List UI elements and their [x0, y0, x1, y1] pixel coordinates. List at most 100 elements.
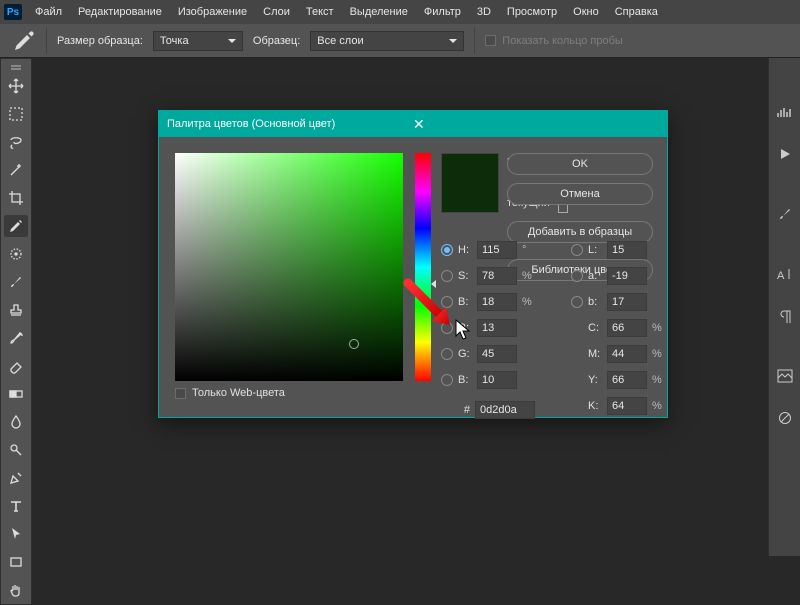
- unit-pct: %: [522, 296, 534, 308]
- radio-bch[interactable]: [441, 374, 453, 386]
- radio-g[interactable]: [441, 348, 453, 360]
- show-ring-option[interactable]: Показать кольцо пробы: [485, 35, 623, 47]
- stamp-tool[interactable]: [4, 299, 28, 321]
- radio-lab-b[interactable]: [571, 296, 583, 308]
- brush-tool[interactable]: [4, 271, 28, 293]
- label-bch: B:: [458, 374, 472, 386]
- menu-filter[interactable]: Фильтр: [417, 3, 468, 21]
- unit-pct: %: [652, 322, 664, 334]
- crop-tool[interactable]: [4, 187, 28, 209]
- right-panels: A: [768, 58, 800, 556]
- paragraph-panel-icon[interactable]: [774, 308, 796, 324]
- pen-tool[interactable]: [4, 467, 28, 489]
- histogram-panel-icon[interactable]: [774, 104, 796, 120]
- checkbox-icon[interactable]: [485, 35, 496, 46]
- label-hex: #: [458, 404, 470, 416]
- input-m[interactable]: [607, 345, 647, 363]
- gradient-tool[interactable]: [4, 383, 28, 405]
- color-field[interactable]: [175, 153, 403, 381]
- label-m: M:: [588, 348, 602, 360]
- input-r[interactable]: [477, 319, 517, 337]
- magic-wand-tool[interactable]: [4, 159, 28, 181]
- hand-tool[interactable]: [4, 579, 28, 601]
- character-panel-icon[interactable]: A: [774, 266, 796, 282]
- radio-s[interactable]: [441, 270, 453, 282]
- grip-icon[interactable]: [11, 65, 21, 67]
- brush-panel-icon[interactable]: [774, 206, 796, 222]
- input-s[interactable]: [477, 267, 517, 285]
- radio-l[interactable]: [571, 244, 583, 256]
- dodge-tool[interactable]: [4, 439, 28, 461]
- label-g: G:: [458, 348, 472, 360]
- input-c[interactable]: [607, 319, 647, 337]
- lasso-tool[interactable]: [4, 131, 28, 153]
- radio-b[interactable]: [441, 296, 453, 308]
- move-tool[interactable]: [4, 75, 28, 97]
- spot-heal-tool[interactable]: [4, 243, 28, 265]
- input-lab-b[interactable]: [607, 293, 647, 311]
- menu-3d[interactable]: 3D: [470, 3, 498, 21]
- unit-deg: °: [522, 244, 534, 256]
- dialog-title: Палитра цветов (Основной цвет): [167, 118, 409, 130]
- menu-view[interactable]: Просмотр: [500, 3, 564, 21]
- checkbox-icon[interactable]: [175, 388, 186, 399]
- label-k: K:: [588, 400, 602, 412]
- block-panel-icon[interactable]: [774, 410, 796, 426]
- input-bch[interactable]: [477, 371, 517, 389]
- menu-file[interactable]: Файл: [28, 3, 69, 21]
- hue-slider[interactable]: [415, 153, 431, 381]
- close-icon[interactable]: ✕: [409, 116, 659, 133]
- input-l[interactable]: [607, 241, 647, 259]
- history-brush-tool[interactable]: [4, 327, 28, 349]
- unit-pct: %: [652, 348, 664, 360]
- eraser-tool[interactable]: [4, 355, 28, 377]
- sample-label: Образец:: [253, 35, 300, 47]
- menu-text[interactable]: Текст: [299, 3, 341, 21]
- unit-pct: %: [652, 400, 664, 412]
- navigator-panel-icon[interactable]: [774, 368, 796, 384]
- menu-image[interactable]: Изображение: [171, 3, 254, 21]
- eyedropper-tool[interactable]: [4, 215, 28, 237]
- dialog-titlebar[interactable]: Палитра цветов (Основной цвет) ✕: [159, 111, 667, 137]
- web-only-checkbox[interactable]: Только Web-цвета: [175, 387, 403, 399]
- ok-button[interactable]: OK: [507, 153, 653, 175]
- label-s: S:: [458, 270, 472, 282]
- sample-select[interactable]: Все слои: [310, 31, 464, 51]
- unit-pct: %: [652, 374, 664, 386]
- input-g[interactable]: [477, 345, 517, 363]
- separator: [474, 28, 475, 54]
- radio-a[interactable]: [571, 270, 583, 282]
- type-tool[interactable]: [4, 495, 28, 517]
- menu-window[interactable]: Окно: [566, 3, 606, 21]
- menu-help[interactable]: Справка: [608, 3, 665, 21]
- radio-r[interactable]: [441, 322, 453, 334]
- input-hex[interactable]: [475, 401, 535, 419]
- menu-edit[interactable]: Редактирование: [71, 3, 169, 21]
- separator: [46, 28, 47, 54]
- svg-text:A: A: [777, 270, 785, 281]
- current-color-swatch[interactable]: [442, 184, 498, 213]
- input-a[interactable]: [607, 267, 647, 285]
- play-panel-icon[interactable]: [774, 146, 796, 162]
- blur-tool[interactable]: [4, 411, 28, 433]
- path-select-tool[interactable]: [4, 523, 28, 545]
- menu-layers[interactable]: Слои: [256, 3, 297, 21]
- label-l: L:: [588, 244, 602, 256]
- menu-select[interactable]: Выделение: [343, 3, 415, 21]
- label-y: Y:: [588, 374, 602, 386]
- marquee-tool[interactable]: [4, 103, 28, 125]
- color-selector-icon[interactable]: [349, 339, 359, 349]
- input-bval[interactable]: [477, 293, 517, 311]
- sample-size-select[interactable]: Точка: [153, 31, 243, 51]
- input-h[interactable]: [477, 241, 517, 259]
- label-h: H:: [458, 244, 472, 256]
- input-k[interactable]: [607, 397, 647, 415]
- color-preview: [441, 153, 499, 213]
- app-logo: Ps: [4, 4, 22, 20]
- cancel-button[interactable]: Отмена: [507, 183, 653, 205]
- input-y[interactable]: [607, 371, 647, 389]
- label-lab-b: b:: [588, 296, 602, 308]
- hue-marker-icon[interactable]: [410, 280, 436, 288]
- rectangle-tool[interactable]: [4, 551, 28, 573]
- radio-h[interactable]: [441, 244, 453, 256]
